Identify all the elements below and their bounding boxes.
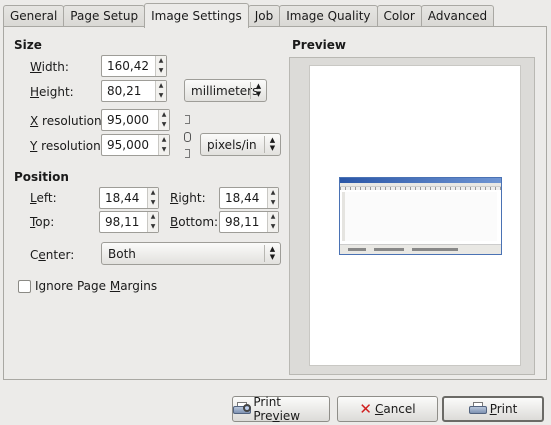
tab-image-settings[interactable]: Image Settings — [144, 3, 249, 28]
bottom-label: Bottom: — [170, 215, 219, 229]
center-dropdown-arrows-icon: ▲ ▼ — [264, 245, 280, 262]
width-label: Width: — [30, 60, 69, 74]
tab-page-setup[interactable]: Page Setup — [63, 5, 146, 27]
bottom-value: 98,11 — [225, 215, 260, 229]
left-value: 18,44 — [105, 191, 140, 205]
print-preview-button[interactable]: Print Preview — [232, 395, 330, 423]
right-spin-arrows-icon[interactable]: ▲ ▼ — [267, 188, 278, 208]
height-value: 80,21 — [107, 84, 142, 98]
size-section-title: Size — [14, 38, 42, 52]
tab-image-quality[interactable]: Image Quality — [279, 5, 378, 27]
tab-advanced[interactable]: Advanced — [420, 5, 495, 27]
bottom-spin-arrows-icon[interactable]: ▲ ▼ — [267, 212, 278, 232]
left-input[interactable]: 18,44 ▲ ▼ — [99, 187, 159, 209]
tab-job[interactable]: Job — [247, 5, 281, 27]
ignore-page-margins-checkbox[interactable] — [18, 280, 31, 293]
left-label: Left: — [30, 191, 57, 205]
print-label: Print — [489, 402, 518, 416]
width-value: 160,42 — [107, 59, 149, 73]
x-resolution-input[interactable]: 95,000 ▲ ▼ — [101, 109, 170, 131]
center-label: Center: — [30, 248, 75, 262]
right-input[interactable]: 18,44 ▲ ▼ — [219, 187, 279, 209]
top-input[interactable]: 98,11 ▲ ▼ — [99, 211, 159, 233]
top-value: 98,11 — [105, 215, 140, 229]
y-resolution-input[interactable]: 95,000 ▲ ▼ — [101, 134, 170, 156]
y-resolution-value: 95,000 — [107, 138, 149, 152]
preview-image-thumbnail — [339, 177, 502, 255]
top-spin-arrows-icon[interactable]: ▲ ▼ — [147, 212, 158, 232]
cancel-label: Cancel — [374, 402, 416, 416]
print-preview-label: Print Preview — [253, 395, 301, 423]
height-label: Height: — [30, 85, 74, 99]
notebook-tabs: General Page Setup Image Settings Job Im… — [3, 3, 495, 28]
resolution-dropdown-arrows-icon: ▲ ▼ — [264, 136, 280, 153]
height-input[interactable]: 80,21 ▲ ▼ — [101, 80, 167, 102]
x-resolution-label: X resolution: — [30, 114, 106, 128]
position-section-title: Position — [14, 170, 69, 184]
x-resolution-value: 95,000 — [107, 113, 149, 127]
top-label: Top: — [30, 215, 55, 229]
print-preview-icon — [233, 402, 251, 416]
resolution-unit-select[interactable]: pixels/in ▲ ▼ — [200, 133, 281, 156]
size-unit-value: millimeters — [191, 84, 259, 98]
resolution-unit-value: pixels/in — [207, 138, 257, 152]
preview-area — [289, 57, 535, 375]
y-resolution-label: Y resolution: — [30, 139, 105, 153]
right-label: Right: — [170, 191, 206, 205]
y-resolution-spin-arrows-icon[interactable]: ▲ ▼ — [158, 135, 169, 155]
right-value: 18,44 — [225, 191, 260, 205]
bottom-input[interactable]: 98,11 ▲ ▼ — [219, 211, 279, 233]
height-spin-arrows-icon[interactable]: ▲ ▼ — [155, 81, 166, 101]
left-spin-arrows-icon[interactable]: ▲ ▼ — [147, 188, 158, 208]
x-resolution-spin-arrows-icon[interactable]: ▲ ▼ — [158, 110, 169, 130]
width-input[interactable]: 160,42 ▲ ▼ — [101, 55, 167, 77]
printer-icon — [468, 402, 487, 416]
image-settings-panel: Size Width: 160,42 ▲ ▼ Height: 80,21 ▲ ▼ m… — [3, 26, 547, 380]
preview-page — [309, 65, 521, 366]
tab-general[interactable]: General — [3, 5, 65, 27]
center-select[interactable]: Both ▲ ▼ — [101, 242, 281, 265]
width-spin-arrows-icon[interactable]: ▲ ▼ — [155, 56, 166, 76]
size-unit-select[interactable]: millimeters ▲ ▼ — [184, 79, 267, 102]
ignore-page-margins-label[interactable]: Ignore Page Margins — [35, 279, 157, 293]
center-value: Both — [108, 247, 136, 261]
cancel-button[interactable]: ✕ Cancel — [337, 396, 438, 422]
unit-dropdown-arrows-icon: ▲ ▼ — [250, 82, 266, 99]
cancel-icon: ✕ — [359, 400, 372, 418]
chain-link-icon[interactable] — [181, 115, 193, 159]
preview-title: Preview — [292, 38, 347, 52]
tab-color[interactable]: Color — [376, 5, 422, 27]
print-button[interactable]: Print — [442, 396, 544, 422]
